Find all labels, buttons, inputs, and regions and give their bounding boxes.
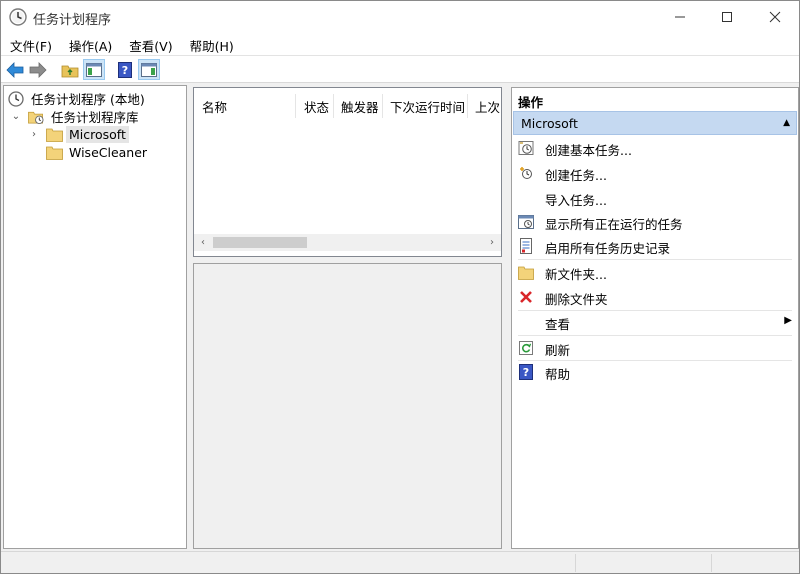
center-splitter[interactable] — [193, 258, 502, 262]
up-folder-button[interactable] — [59, 59, 81, 80]
help-book-icon: ? — [118, 61, 132, 78]
help-toolbar-button[interactable]: ? — [114, 59, 136, 80]
back-button[interactable] — [4, 59, 26, 80]
action-create-task[interactable]: 创建任务... — [512, 161, 798, 185]
column-header-last-run[interactable]: 上次 — [469, 94, 501, 118]
console-tree-pane: 任务计划程序 (本地) ⌄ 任务计划程序库 › Microsoft WiseCl… — [3, 85, 187, 549]
status-bar — [1, 551, 799, 573]
collapse-triangle-icon[interactable]: ▲ — [783, 118, 790, 128]
action-show-running-tasks[interactable]: 显示所有正在运行的任务 — [512, 210, 798, 234]
action-new-folder[interactable]: 新文件夹... — [512, 260, 798, 284]
menu-help[interactable]: 帮助(H) — [181, 33, 242, 55]
clock-icon — [8, 90, 24, 107]
action-delete-folder[interactable]: 删除文件夹 — [512, 285, 798, 309]
show-hide-action-pane-button[interactable] — [138, 59, 160, 80]
menu-bar: 文件(F) 操作(A) 查看(V) 帮助(H) — [1, 33, 799, 55]
help-icon: ? — [518, 364, 534, 380]
scroll-right-icon[interactable]: › — [485, 235, 499, 250]
delete-icon — [518, 289, 534, 305]
action-pane-icon — [141, 62, 157, 77]
action-create-basic-task[interactable]: 创建基本任务... — [512, 136, 798, 160]
status-cell — [711, 554, 799, 572]
action-label: 创建任务... — [545, 168, 607, 183]
tree-library-label: 任务计划程序库 — [51, 110, 139, 125]
action-label: 查看 — [545, 317, 571, 332]
horizontal-scrollbar[interactable]: ‹ › — [194, 234, 501, 251]
action-label: 删除文件夹 — [545, 292, 608, 307]
close-icon — [769, 11, 781, 23]
action-label: 创建基本任务... — [545, 143, 632, 158]
status-cell — [575, 554, 711, 572]
scroll-thumb[interactable] — [213, 237, 307, 248]
folder-up-icon — [61, 65, 79, 77]
action-label: 新文件夹... — [545, 267, 607, 282]
action-label: 显示所有正在运行的任务 — [545, 217, 683, 232]
tree-folder-label: WiseCleaner — [69, 145, 148, 160]
column-header-status[interactable]: 状态 — [298, 94, 334, 118]
running-tasks-icon — [518, 214, 534, 230]
column-header-next-run[interactable]: 下次运行时间 — [384, 94, 468, 118]
menu-view[interactable]: 查看(V) — [120, 33, 180, 55]
tree-folder-wisecleaner[interactable]: WiseCleaner — [46, 143, 150, 162]
basic-task-icon — [518, 140, 534, 156]
back-arrow-icon — [6, 61, 24, 78]
action-import-task[interactable]: 导入任务... — [512, 186, 798, 210]
library-folder-icon — [28, 109, 44, 125]
minimize-icon — [675, 16, 685, 18]
action-label: 刷新 — [545, 343, 571, 358]
create-task-icon — [518, 165, 534, 181]
forward-button[interactable] — [27, 59, 49, 80]
action-enable-history[interactable]: 启用所有任务历史记录 — [512, 234, 798, 258]
svg-text:?: ? — [122, 64, 128, 77]
console-tree-icon — [86, 62, 102, 77]
minimize-button[interactable] — [657, 1, 703, 33]
refresh-icon — [518, 340, 534, 356]
folder-icon — [46, 127, 63, 143]
collapse-chevron-icon[interactable]: ⌄ — [10, 111, 22, 123]
actions-pane: 操作 Microsoft ▲ 创建基本任务... 创建任务... 导入任务...… — [511, 87, 799, 549]
action-help[interactable]: ? 帮助 — [512, 360, 798, 384]
clock-app-icon — [9, 8, 27, 26]
actions-section-title: Microsoft — [521, 115, 578, 131]
maximize-icon — [722, 12, 732, 22]
task-list-pane: 名称 状态 触发器 下次运行时间 上次 ‹ › — [193, 87, 502, 257]
toolbar: ? — [1, 55, 799, 83]
menu-action[interactable]: 操作(A) — [60, 33, 120, 55]
left-splitter[interactable] — [188, 85, 192, 549]
window-title: 任务计划程序 — [33, 13, 112, 28]
submenu-arrow-icon: ▶ — [784, 315, 792, 326]
history-icon — [518, 238, 534, 254]
task-detail-pane — [193, 263, 502, 549]
show-hide-console-tree-button[interactable] — [83, 59, 105, 80]
action-view-submenu[interactable]: 查看 ▶ — [512, 310, 798, 334]
action-label: 启用所有任务历史记录 — [545, 241, 671, 256]
new-folder-icon — [518, 264, 534, 280]
tree-folder-microsoft[interactable]: › Microsoft — [28, 125, 129, 144]
column-header-name[interactable]: 名称 — [196, 94, 296, 118]
tree-folder-label: Microsoft — [66, 126, 129, 143]
forward-arrow-icon — [29, 61, 47, 78]
action-label: 导入任务... — [545, 193, 607, 208]
actions-section-header[interactable]: Microsoft ▲ — [513, 111, 797, 135]
action-label: 帮助 — [545, 367, 571, 382]
actions-pane-title: 操作 — [512, 88, 798, 110]
svg-text:?: ? — [523, 366, 529, 379]
close-button[interactable] — [752, 1, 798, 33]
task-scheduler-window: 任务计划程序 文件(F) 操作(A) 查看(V) 帮助(H) ? 任务计划程序 … — [0, 0, 800, 574]
maximize-button[interactable] — [704, 1, 750, 33]
menu-file[interactable]: 文件(F) — [1, 33, 60, 55]
right-splitter[interactable] — [504, 87, 509, 549]
column-header-trigger[interactable]: 触发器 — [335, 94, 383, 118]
tree-library-node[interactable]: ⌄ 任务计划程序库 — [10, 107, 142, 126]
scroll-left-icon[interactable]: ‹ — [196, 235, 210, 250]
title-bar[interactable]: 任务计划程序 — [1, 1, 799, 33]
folder-icon — [46, 145, 63, 161]
action-refresh[interactable]: 刷新 — [512, 336, 798, 360]
expand-chevron-icon[interactable]: › — [28, 129, 40, 141]
